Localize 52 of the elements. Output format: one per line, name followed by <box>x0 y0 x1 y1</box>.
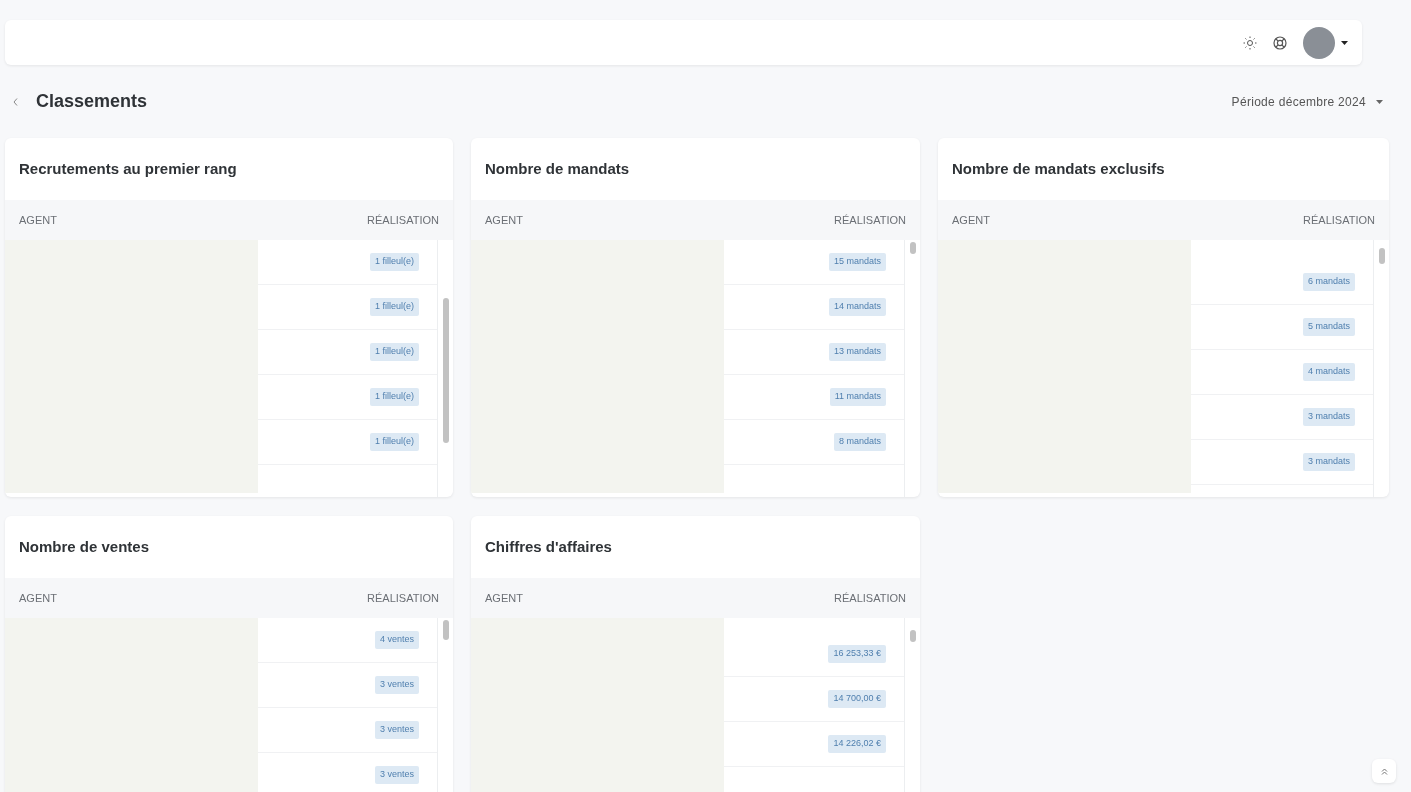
column-header: RÉALISATION <box>1303 212 1375 228</box>
card-title: Chiffres d'affaires <box>485 536 612 557</box>
column-header: AGENT <box>19 590 57 606</box>
result-badge: 3 ventes <box>374 676 419 694</box>
card-title: Nombre de mandats exclusifs <box>952 158 1165 179</box>
result-badge: 11 mandats <box>829 388 886 406</box>
result-badge: 3 ventes <box>374 721 419 739</box>
result-badge: 6 mandats <box>1302 273 1355 291</box>
page-title: Classements <box>36 90 148 113</box>
result-badge: 1 filleul(e) <box>370 388 419 406</box>
result-badge: 3 mandats <box>1302 408 1355 426</box>
avatar[interactable] <box>1303 26 1335 59</box>
result-badge: 1 filleul(e) <box>370 433 419 451</box>
result-badge: 4 mandats <box>1302 363 1355 381</box>
column-header: AGENT <box>952 212 990 228</box>
result-badge: 5 mandats <box>1302 318 1355 336</box>
scroll-top-button[interactable] <box>1372 759 1396 783</box>
caret-icon[interactable] <box>1341 40 1348 45</box>
scrollbar-thumb[interactable] <box>442 620 449 640</box>
caret-icon <box>1376 99 1383 104</box>
result-badge: 16 253,33 € <box>828 645 886 663</box>
result-badge: 4 ventes <box>374 631 419 649</box>
result-badge: 14 226,02 € <box>828 735 886 753</box>
lifebuoy-icon[interactable] <box>1273 35 1287 50</box>
result-badge: 14 mandats <box>828 298 886 316</box>
result-badge: 13 mandats <box>828 343 886 361</box>
column-header: AGENT <box>485 590 523 606</box>
column-header: AGENT <box>485 212 523 228</box>
column-header: AGENT <box>19 212 57 228</box>
column-header: RÉALISATION <box>834 212 906 228</box>
scrollbar-thumb[interactable] <box>442 298 449 443</box>
column-header: RÉALISATION <box>367 212 439 228</box>
card-title: Recrutements au premier rang <box>19 158 237 179</box>
double-chevron-up-icon <box>1380 767 1388 775</box>
scrollbar-thumb[interactable] <box>1378 248 1385 264</box>
result-badge: 3 ventes <box>374 766 419 784</box>
result-badge: 8 mandats <box>833 433 886 451</box>
back-chevron-icon[interactable] <box>13 97 18 106</box>
result-badge: 14 700,00 € <box>828 690 886 708</box>
scrollbar-thumb[interactable] <box>909 630 916 642</box>
sun-icon[interactable] <box>1243 35 1257 50</box>
result-badge: 1 filleul(e) <box>370 343 419 361</box>
result-badge: 15 mandats <box>828 253 886 271</box>
period-selector[interactable]: Période décembre 2024 <box>1231 92 1383 111</box>
result-badge: 1 filleul(e) <box>370 253 419 271</box>
card-title: Nombre de mandats <box>485 158 630 179</box>
column-header: RÉALISATION <box>834 590 906 606</box>
result-badge: 1 filleul(e) <box>370 298 419 316</box>
card-title: Nombre de ventes <box>19 536 150 557</box>
result-badge: 3 mandats <box>1302 453 1355 471</box>
scrollbar-thumb[interactable] <box>909 242 916 254</box>
column-header: RÉALISATION <box>367 590 439 606</box>
